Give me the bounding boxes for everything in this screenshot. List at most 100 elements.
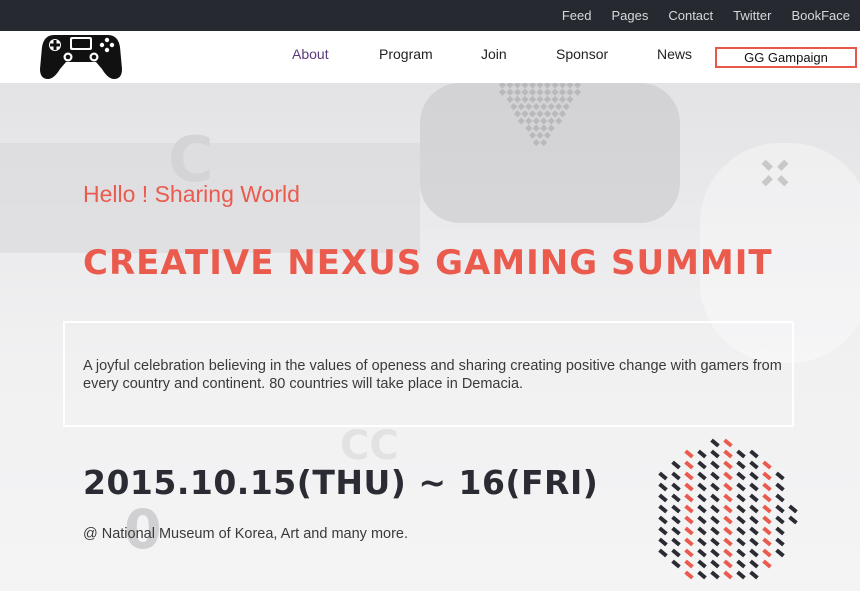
utility-link-twitter[interactable]: Twitter <box>733 8 771 23</box>
hero-description: A joyful celebration believing in the va… <box>83 358 782 392</box>
utility-link-contact[interactable]: Contact <box>668 8 713 23</box>
pattern-dash <box>749 482 759 492</box>
diamond-grid-decoration <box>498 83 582 147</box>
diamond-dot <box>551 83 559 89</box>
nav-item-news[interactable]: News <box>657 46 692 62</box>
diamond-dot <box>513 95 522 103</box>
pattern-dash <box>736 570 746 580</box>
pattern-dash <box>736 526 746 536</box>
pattern-dash <box>697 526 707 536</box>
pattern-dash <box>775 493 785 503</box>
pattern-dash <box>710 493 720 503</box>
pattern-dash <box>736 482 746 492</box>
pattern-dash <box>749 537 759 547</box>
pattern-dash <box>723 449 733 459</box>
utility-link-feed[interactable]: Feed <box>562 8 592 23</box>
pattern-dash <box>723 515 733 525</box>
diamond-dot <box>555 117 563 125</box>
pattern-dash <box>736 449 746 459</box>
pattern-dash <box>684 482 694 492</box>
pattern-dash <box>658 504 668 514</box>
diamond-dot <box>543 83 552 89</box>
gamepad-logo-icon[interactable] <box>40 31 122 81</box>
pattern-dash <box>762 526 772 536</box>
pattern-dash <box>710 471 720 481</box>
hero-title: CREATIVE NEXUS GAMING SUMMIT <box>83 243 773 283</box>
pattern-dash <box>736 548 746 558</box>
pattern-dash <box>658 493 668 503</box>
diamond-dot <box>506 83 514 89</box>
pattern-dash <box>671 559 681 569</box>
x-shape-decoration <box>761 159 789 187</box>
pattern-dash <box>697 471 707 481</box>
nav-item-join[interactable]: Join <box>481 46 507 62</box>
diamond-dot <box>532 124 540 132</box>
pattern-dash <box>710 438 720 448</box>
diamond-dot <box>536 95 544 103</box>
pattern-dash <box>723 438 733 448</box>
pattern-dash <box>736 460 746 470</box>
pattern-dash <box>710 570 720 580</box>
diamond-dot <box>558 88 567 96</box>
pattern-dash <box>762 537 772 547</box>
diamond-dot <box>543 88 552 96</box>
diamond-dot <box>517 117 525 125</box>
diamond-dot <box>517 103 525 111</box>
diamond-dot <box>551 95 559 103</box>
pattern-dash <box>723 526 733 536</box>
diamond-dot <box>555 103 563 111</box>
description-box: A joyful celebration believing in the va… <box>63 321 794 427</box>
pattern-dash <box>762 482 772 492</box>
event-date: 2015.10.15(THU) ~ 16(FRI) <box>83 463 599 502</box>
nav-item-sponsor[interactable]: Sponsor <box>556 46 608 62</box>
pattern-dash <box>697 515 707 525</box>
pattern-dash <box>658 548 668 558</box>
pattern-dash <box>723 548 733 558</box>
diamond-dot <box>566 83 574 89</box>
diamond-dot <box>506 95 514 103</box>
diamond-dot <box>540 117 548 125</box>
diamond-dot <box>558 83 567 89</box>
pattern-dash <box>671 493 681 503</box>
nav-item-about[interactable]: About <box>292 46 329 62</box>
diamond-dot <box>528 88 537 96</box>
diamond-dot <box>540 139 548 147</box>
diamond-dot <box>536 131 544 139</box>
pattern-dash <box>710 526 720 536</box>
diamond-dot <box>536 110 544 118</box>
diamond-dot <box>528 131 537 139</box>
pattern-dash <box>749 526 759 536</box>
pattern-dash <box>671 515 681 525</box>
utility-link-pages[interactable]: Pages <box>611 8 648 23</box>
pattern-dash <box>684 471 694 481</box>
gg-gampaign-button[interactable]: GG Gampaign <box>715 47 857 68</box>
pattern-dash <box>788 515 798 525</box>
diamond-dot <box>558 95 567 103</box>
top-utility-bar: Feed Pages Contact Twitter BookFace <box>0 0 860 31</box>
diamond-dot <box>573 83 582 89</box>
pattern-dash <box>723 460 733 470</box>
pattern-dash <box>723 537 733 547</box>
pattern-dash <box>749 548 759 558</box>
pattern-dash <box>749 449 759 459</box>
diamond-dot <box>513 83 522 89</box>
pattern-dash <box>684 493 694 503</box>
pattern-dash <box>697 482 707 492</box>
pattern-dash <box>684 526 694 536</box>
pattern-dash <box>710 559 720 569</box>
diamond-dot <box>540 103 548 111</box>
diamond-dot <box>521 88 529 96</box>
pattern-dash <box>775 482 785 492</box>
pattern-dash <box>723 559 733 569</box>
diamond-dot <box>521 83 529 89</box>
diamond-dot <box>536 88 544 96</box>
utility-link-bookface[interactable]: BookFace <box>791 8 850 23</box>
diamond-dot <box>543 131 552 139</box>
diamond-dot <box>532 103 540 111</box>
diamond-dot <box>562 103 570 111</box>
circle-pattern-decoration <box>658 438 798 580</box>
pattern-dash <box>684 537 694 547</box>
diamond-dot <box>525 124 533 132</box>
nav-item-program[interactable]: Program <box>379 46 433 62</box>
pattern-dash <box>684 570 694 580</box>
